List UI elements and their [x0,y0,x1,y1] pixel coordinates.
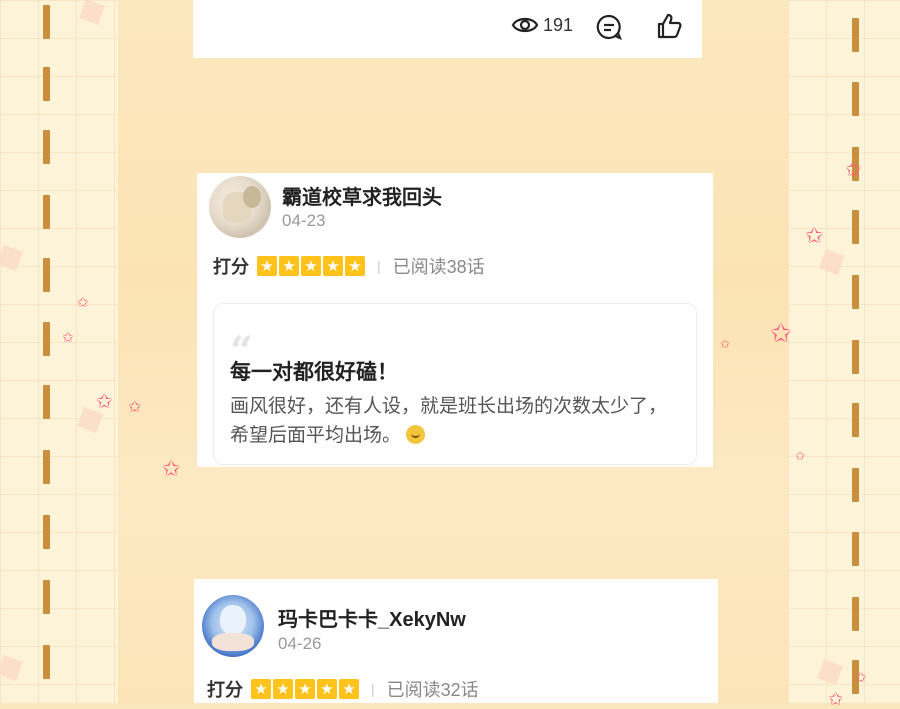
rating-row: 打分 ★ ★ ★ ★ ★ | 已阅读32话 [207,676,479,702]
star-icon: ★ [345,256,365,276]
review-date: 04-23 [282,211,326,230]
review-content-box[interactable]: “ 每一对都很好磕！ 画风很好，还有人设，就是班长出场的次数太少了，希望后面平均… [213,303,697,465]
review-date: 04-26 [278,634,322,653]
read-progress: 已阅读32话 [386,680,479,700]
review-body: 画风很好，还有人设，就是班长出场的次数太少了，希望后面平均出场。 [230,392,670,450]
star-rating: ★ ★ ★ ★ ★ [257,256,365,276]
separator: | [377,258,381,274]
star-icon: ★ [273,679,293,699]
rating-row: 打分 ★ ★ ★ ★ ★ | 已阅读38话 [213,253,485,279]
smile-emoji-icon [406,425,426,444]
avatar[interactable] [209,176,271,238]
star-icon: ★ [257,256,277,276]
review-card: 霸道校草求我回头 04-23 打分 ★ ★ ★ ★ ★ | 已阅读38话 “ 每… [197,173,713,467]
star-icon: ★ [339,679,359,699]
like-button[interactable] [656,13,682,44]
review-body-text: 画风很好，还有人设，就是班长出场的次数太少了，希望后面平均出场。 [230,396,668,446]
review-title: 每一对都很好磕！ [230,361,398,384]
eye-icon [511,17,539,33]
rating-label: 打分 [207,680,243,700]
view-count: 191 [511,14,573,36]
read-progress: 已阅读38话 [392,257,485,277]
rating-label: 打分 [213,257,249,277]
review-card: 玛卡巴卡卡_XekyNw 04-26 打分 ★ ★ ★ ★ ★ | 已阅读32话 [194,579,718,703]
top-post-card: 191 [193,0,702,58]
right-grid-background [788,0,900,703]
star-icon: ★ [251,679,271,699]
star-icon: ★ [295,679,315,699]
avatar[interactable] [202,595,264,657]
star-icon: ★ [323,256,343,276]
star-rating: ★ ★ ★ ★ ★ [251,679,359,699]
star-icon: ★ [317,679,337,699]
comment-button[interactable] [596,14,622,45]
username[interactable]: 霸道校草求我回头 [282,181,442,210]
thumbs-up-icon [657,13,682,39]
username[interactable]: 玛卡巴卡卡_XekyNw [278,603,466,632]
view-count-text: 191 [543,14,574,35]
star-icon: ★ [279,256,299,276]
separator: | [371,681,375,697]
star-icon: ★ [301,256,321,276]
comment-icon [596,14,622,40]
left-grid-background [0,0,118,703]
